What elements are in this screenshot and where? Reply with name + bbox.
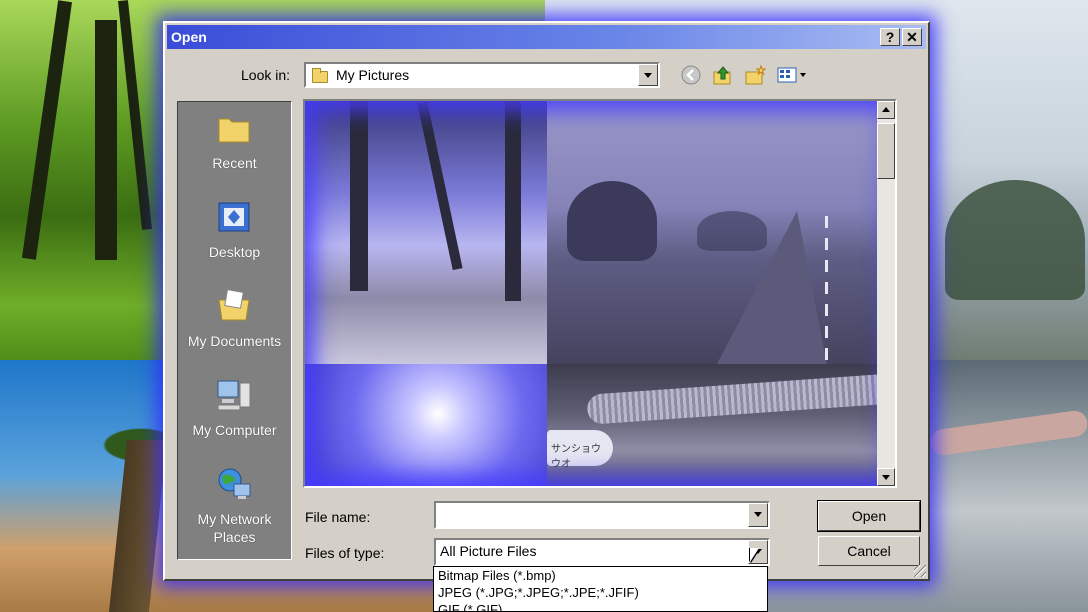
title-bar[interactable]: Open ? ✕ (167, 25, 926, 49)
my-computer-icon (216, 377, 252, 413)
files-of-type-dropdown-list[interactable]: Bitmap Files (*.bmp) JPEG (*.JPG;*.JPEG;… (433, 566, 768, 612)
file-type-option[interactable]: JPEG (*.JPG;*.JPEG;*.JPE;*.JFIF) (434, 584, 767, 601)
thumbnail-blue-glow[interactable] (305, 364, 547, 486)
place-my-documents[interactable]: My Documents (178, 280, 291, 366)
thumbnail-forest-path[interactable] (305, 101, 547, 364)
close-button[interactable]: ✕ (902, 28, 922, 46)
thumbnail-pipe-station[interactable]: サンショウウオ (547, 364, 895, 486)
view-menu-icon[interactable] (776, 64, 810, 86)
place-label-desktop: Desktop (208, 244, 261, 260)
look-in-combo[interactable]: My Pictures (304, 62, 660, 88)
file-type-option[interactable]: Bitmap Files (*.bmp) (434, 567, 767, 584)
look-in-value: My Pictures (336, 67, 410, 83)
desktop-icon (216, 199, 252, 235)
place-network[interactable]: My Network Places (178, 458, 291, 558)
help-button[interactable]: ? (880, 28, 900, 46)
place-my-computer[interactable]: My Computer (178, 369, 291, 455)
network-places-icon (216, 466, 252, 502)
place-desktop[interactable]: Desktop (178, 191, 291, 277)
place-label-my-computer: My Computer (192, 422, 277, 438)
cancel-button[interactable]: Cancel (818, 536, 920, 566)
files-of-type-combo[interactable]: All Picture Files (434, 538, 770, 566)
places-bar: Recent Desktop My Documents My Computer … (177, 101, 292, 560)
look-in-label: Look in: (241, 67, 291, 83)
folder-icon (312, 68, 328, 83)
recent-folder-icon (216, 110, 252, 146)
mouse-pointer-icon (750, 548, 759, 562)
place-label-network: My Network Places (197, 511, 272, 545)
place-label-recent: Recent (212, 155, 257, 171)
scroll-down-button[interactable] (877, 468, 895, 486)
files-of-type-label: Files of type: (305, 545, 385, 561)
back-icon[interactable] (680, 64, 702, 86)
file-name-dropdown-button[interactable] (748, 503, 768, 527)
open-dialog: Open ? ✕ Look in: My Pictures Recent Des… (163, 21, 930, 581)
files-of-type-value: All Picture Files (440, 543, 537, 559)
new-folder-icon[interactable] (744, 64, 767, 86)
place-recent[interactable]: Recent (178, 102, 291, 188)
up-folder-icon[interactable] (712, 64, 734, 86)
place-label-my-documents: My Documents (187, 333, 282, 349)
open-button[interactable]: Open (817, 500, 921, 532)
file-name-label: File name: (305, 509, 371, 525)
thumbnail-foggy-road[interactable] (547, 101, 895, 364)
file-name-input[interactable] (434, 501, 770, 529)
resize-grip[interactable] (914, 565, 926, 577)
my-documents-icon (216, 288, 252, 324)
file-list[interactable]: サンショウウオ (303, 99, 897, 488)
scroll-up-button[interactable] (877, 101, 895, 119)
sign-text: サンショウウオ (547, 430, 613, 470)
file-type-option[interactable]: GIF (*.GIF) (434, 601, 767, 611)
dialog-title: Open (171, 29, 207, 45)
scroll-thumb[interactable] (877, 123, 895, 179)
look-in-dropdown-button[interactable] (638, 64, 658, 86)
file-list-scrollbar[interactable] (877, 101, 895, 486)
